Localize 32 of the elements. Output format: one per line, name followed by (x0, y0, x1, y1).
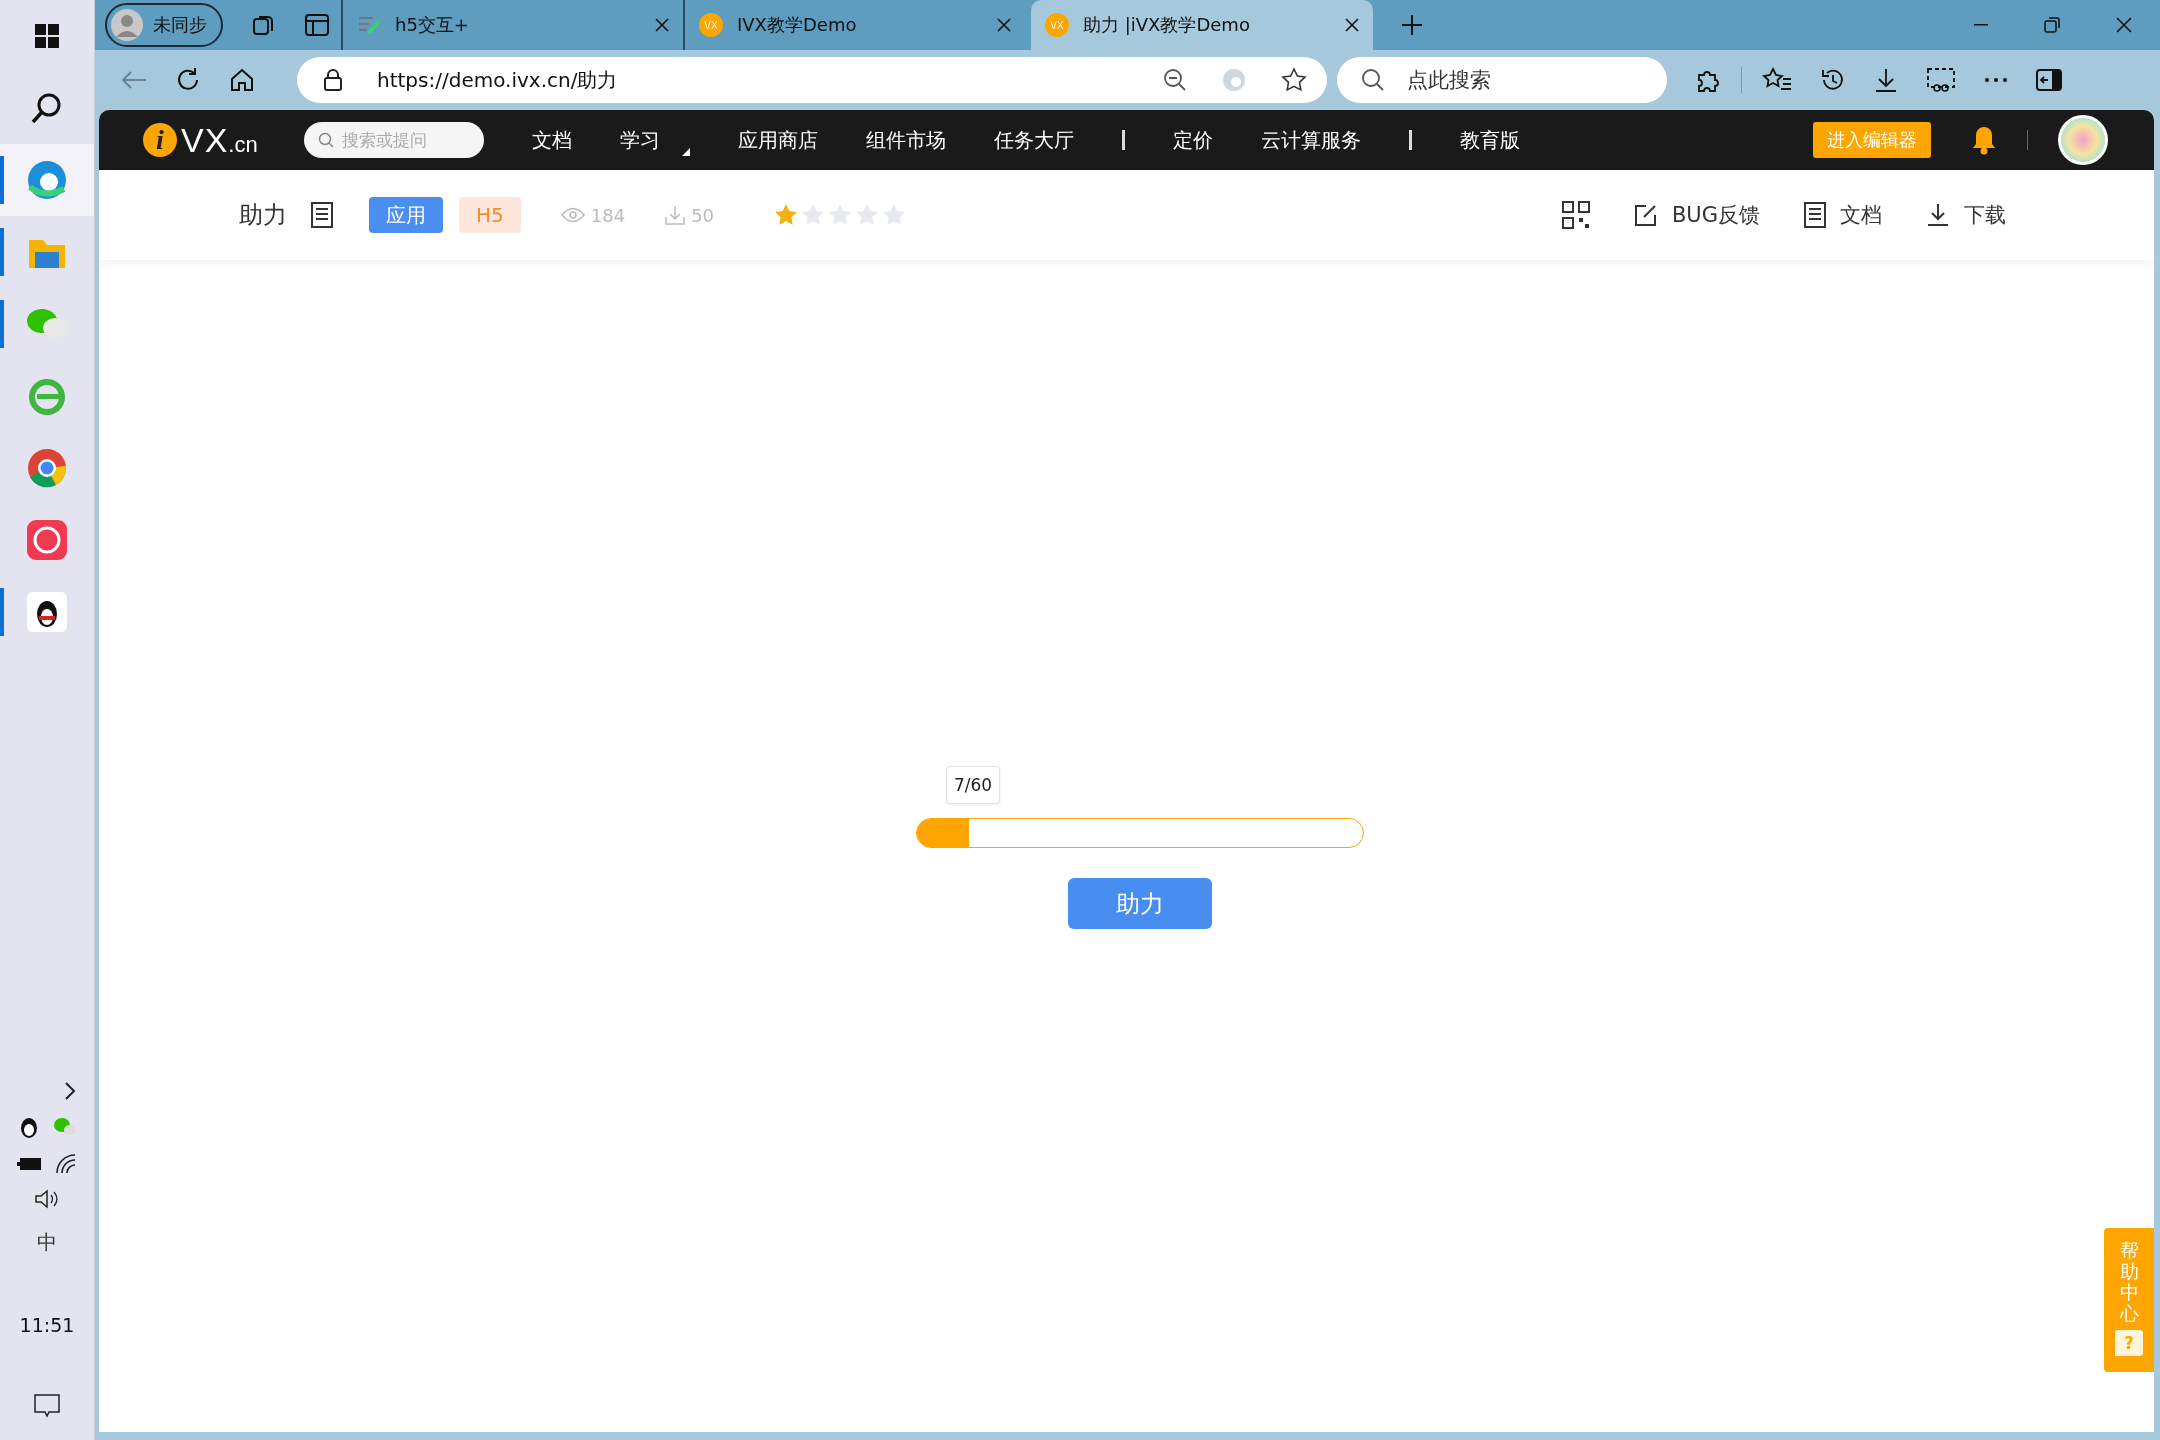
nav-link[interactable]: 组件市场 (865, 126, 946, 154)
tag: H5 (459, 197, 521, 233)
app-title: 助力 (239, 200, 287, 231)
search-bar[interactable]: 点此搜索 (1337, 57, 1667, 103)
profile-button[interactable]: 未同步 (105, 3, 223, 47)
nav-link[interactable]: 任务大厅 (993, 126, 1074, 154)
input-method[interactable]: 中 (37, 1229, 57, 1256)
address-bar[interactable]: https://demo.ivx.cn/助力 (297, 57, 1327, 103)
download-count: 50 (691, 204, 715, 226)
site-logo[interactable]: i VX.cn (143, 120, 258, 160)
header-action[interactable]: 下载 (1926, 201, 2006, 229)
progress-tooltip: 7/60 (945, 766, 1001, 804)
view-count: 184 (590, 204, 626, 226)
nav-link[interactable]: 应用商店 (737, 126, 818, 154)
nav-link[interactable]: 教育版 (1459, 126, 1520, 154)
site-search-bar[interactable]: 搜索或提问 (303, 122, 484, 158)
search-input[interactable]: 点此搜索 (1405, 67, 1629, 93)
nav-link[interactable]: 云计算服务 (1260, 126, 1361, 154)
nav-link[interactable]: 定价 (1172, 126, 1213, 154)
favicon: VX (699, 13, 723, 37)
nav-link[interactable]: 文档 (531, 126, 572, 154)
site-search-input[interactable]: 搜索或提问 (339, 129, 464, 151)
url-text: https://demo.ivx.cn/助力 (377, 66, 619, 94)
header-action[interactable]: 文档 (1804, 201, 1882, 229)
favicon: VX (1045, 13, 1069, 37)
browser-tab[interactable]: VX 助力 |iVX教学Demo (1031, 0, 1373, 50)
browser-tab[interactable]: h5交互+ (341, 0, 683, 50)
browser-tab[interactable]: VX IVX教学Demo (683, 0, 1025, 50)
tag: 应用 (369, 197, 443, 233)
header-action[interactable]: BUG反馈 (1633, 201, 1760, 229)
nav-menu[interactable]: 学习 (619, 126, 690, 154)
clock[interactable]: 11:51 (19, 1314, 75, 1336)
